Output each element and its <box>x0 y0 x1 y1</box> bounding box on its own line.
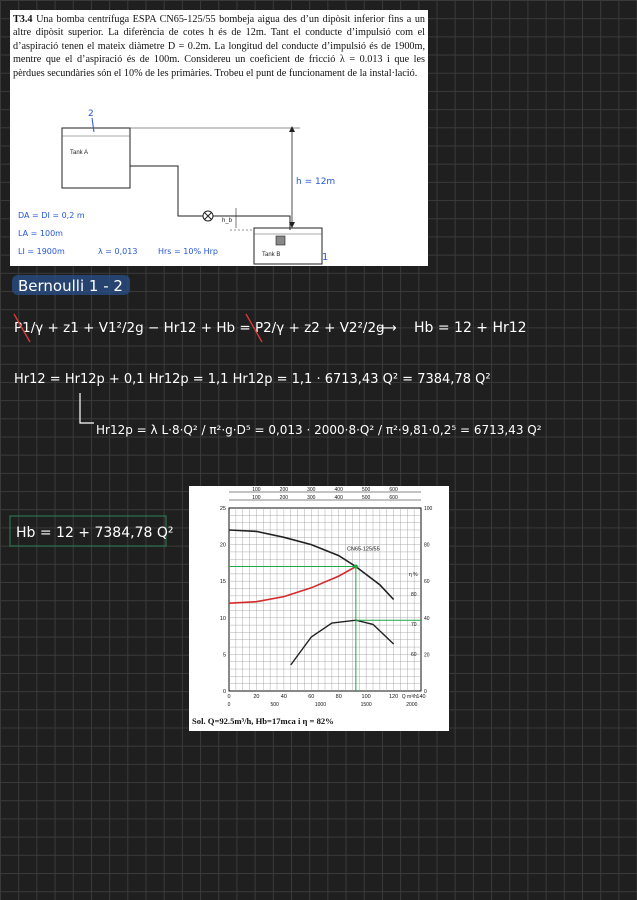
top-tick-label-2: 300 <box>307 495 316 501</box>
x-tick-label: 0 <box>227 694 230 700</box>
x-tick-label: 80 <box>336 694 342 700</box>
top-tick-label: 100 <box>252 487 261 493</box>
bernoulli-heading: Bernoulli 1 - 2 <box>18 277 123 295</box>
x-tick-label-2: 1500 <box>361 702 372 708</box>
top-tick-label: 600 <box>389 487 398 493</box>
eff-tick-label: 80 <box>411 592 417 598</box>
top-tick-label-2: 400 <box>335 495 344 501</box>
y-tick-label: 10 <box>220 616 226 622</box>
operating-point <box>353 564 358 569</box>
right-tick-label: 20 <box>424 652 430 658</box>
right-tick-label: 100 <box>424 506 433 512</box>
chart-title: CN65-125/55 <box>347 546 380 552</box>
arrow-symbol: ⟶ <box>378 321 397 336</box>
derivation-arrow <box>79 393 94 424</box>
eff-tick-label: 70 <box>411 622 417 628</box>
y-tick-label: 0 <box>223 689 226 695</box>
y-tick-label: 5 <box>223 652 226 658</box>
x-tick-label-2: 2000 <box>406 702 417 708</box>
top-tick-label: 400 <box>335 487 344 493</box>
x-tick-label: 100 <box>362 694 371 700</box>
x-tick-label: 120 <box>389 694 398 700</box>
top-tick-label: 500 <box>362 487 371 493</box>
x-tick-label-2: 500 <box>271 702 280 708</box>
system-curve-equation: Hb = 12 + 7384,78 Q² <box>16 525 173 541</box>
eff-axis-label: η % <box>409 572 418 578</box>
right-tick-label: 40 <box>424 616 430 622</box>
top-tick-label-2: 100 <box>252 495 261 501</box>
x-tick-label: 40 <box>281 694 287 700</box>
top-tick-label-2: 500 <box>362 495 371 501</box>
bernoulli-result: Hb = 12 + Hr12 <box>414 320 527 336</box>
x-tick-label: 20 <box>253 694 259 700</box>
x-tick-label: 140 <box>416 694 425 700</box>
y-tick-label: 15 <box>220 579 226 585</box>
losses-equation: Hr12 = Hr12p + 0,1 Hr12p = 1,1 Hr12p = 1… <box>14 372 491 387</box>
y-tick-label: 20 <box>220 543 226 549</box>
x-tick-label: 60 <box>308 694 314 700</box>
top-tick-label: 300 <box>307 487 316 493</box>
solution-text: Sol. Q=92.5m³/h, Hb=17mca i η = 82% <box>192 716 334 726</box>
handwritten-derivation: Bernoulli 1 - 2 P1/γ + z1 + V1²/2g − Hr1… <box>9 275 542 547</box>
top-tick-label-2: 200 <box>280 495 289 501</box>
pump-chart: 100 200 300 400 500 600100 200 300 400 500 6000510… <box>220 487 433 708</box>
right-tick-label: 80 <box>424 543 430 549</box>
eff-tick-label: 60 <box>411 652 417 658</box>
pump-chart-card: 100 200 300 400 500 600 100 200 300 400 500 600 0 5 10… <box>189 486 449 731</box>
bernoulli-equation: P1/γ + z1 + V1²/2g − Hr12 + Hb = P2/γ + … <box>14 320 385 336</box>
right-tick-label: 60 <box>424 579 430 585</box>
top-tick-label: 200 <box>280 487 289 493</box>
friction-equation: Hr12p = λ L·8·Q² / π²·g·D⁵ = 0,013 · 200… <box>96 423 542 437</box>
x-unit-label: Q m³/h <box>402 694 417 700</box>
x-tick-label-2: 1000 <box>315 702 326 708</box>
top-tick-label-2: 600 <box>389 495 398 501</box>
y-tick-label: 25 <box>220 506 226 512</box>
x-tick-label-2: 0 <box>228 702 231 708</box>
